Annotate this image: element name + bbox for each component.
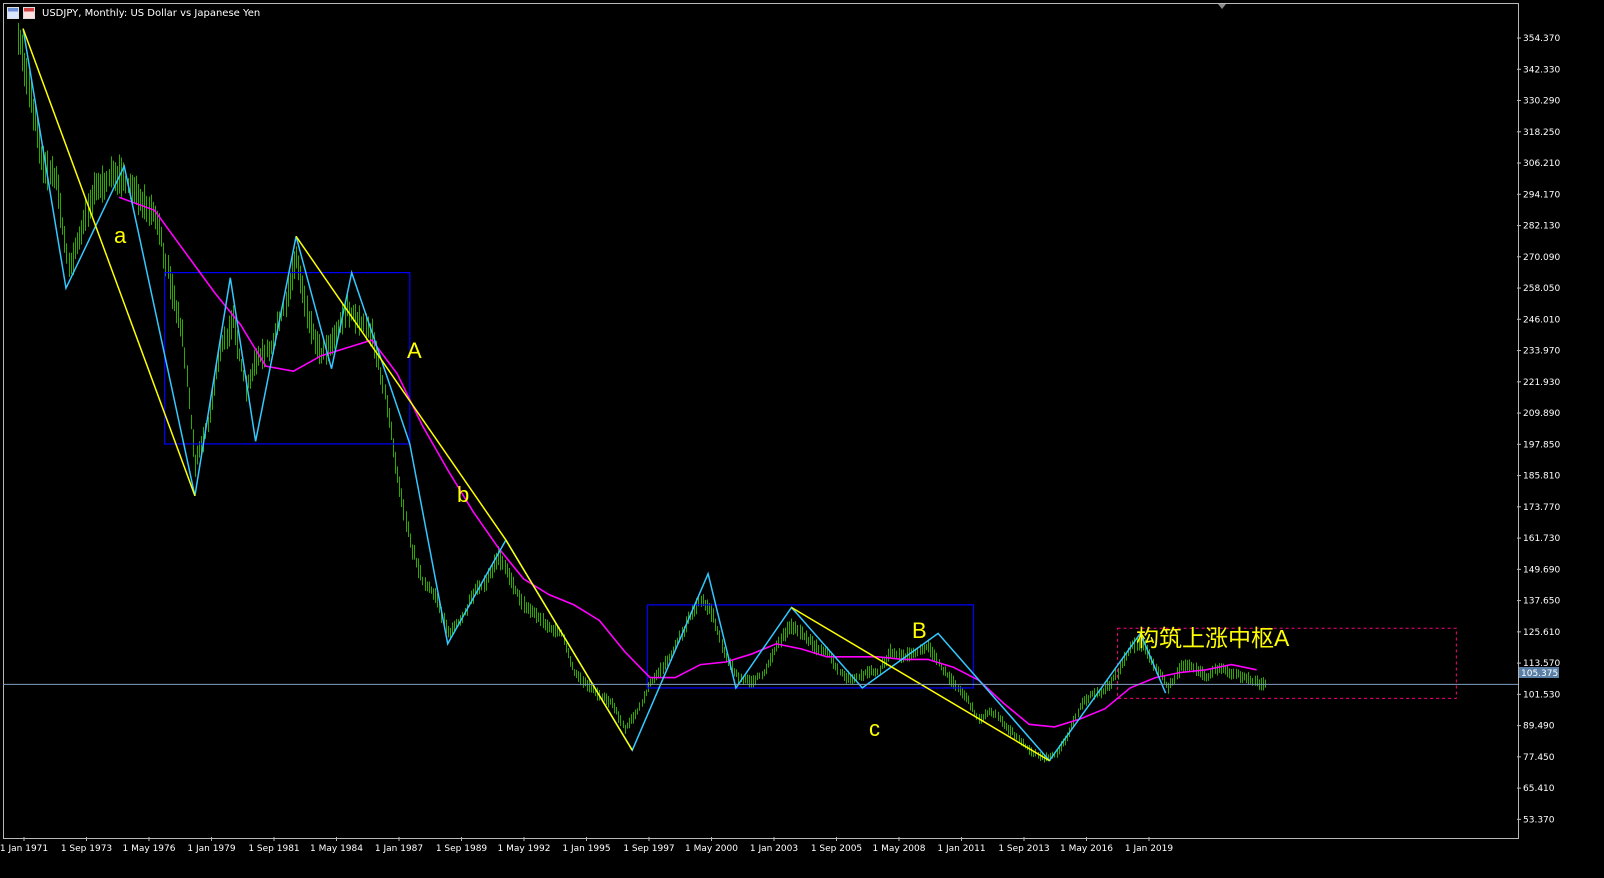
zigzag-line	[22, 28, 1167, 762]
time-tick-label: 1 Sep 1981	[248, 844, 299, 854]
trend-line	[22, 28, 196, 497]
price-tick-label: 342.330	[1523, 65, 1560, 75]
price-tick-label: 89.490	[1523, 722, 1555, 732]
time-tick-label: 1 Sep 1989	[436, 844, 488, 854]
price-tick-label: 258.050	[1523, 284, 1560, 294]
wave-label-a: a	[114, 223, 127, 248]
consolidation-zone-box	[164, 272, 411, 445]
time-tick-label: 1 Jan 1971	[0, 844, 48, 854]
price-tick-label: 282.130	[1523, 222, 1560, 232]
price-axis: 354.370 342.330 330.290 318.250 306.210 294.1…	[1517, 34, 1560, 825]
price-tick-label: 294.170	[1523, 190, 1560, 200]
chart-window[interactable]: USDJPY, Monthly: US Dollar vs Japanese Y…	[0, 0, 1604, 878]
trend-line-layer	[22, 28, 1050, 762]
price-tick-label: 306.210	[1523, 159, 1560, 169]
svg-text:105.375: 105.375	[1521, 669, 1558, 679]
price-tick-label: 77.450	[1523, 753, 1555, 763]
time-tick-label: 1 May 1992	[498, 844, 551, 854]
moving-average-line	[118, 196, 1257, 728]
trend-line	[505, 539, 633, 751]
price-tick-label: 270.090	[1523, 253, 1560, 263]
time-axis: 1 Jan 1971 1 Sep 1973 1 May 1976 1 Jan 1979…	[0, 837, 1173, 854]
price-tick-label: 209.890	[1523, 409, 1560, 419]
price-tick-label: 125.610	[1523, 628, 1560, 638]
time-tick-label: 1 May 1984	[310, 844, 363, 854]
price-tick-label: 173.770	[1523, 503, 1560, 513]
zigzag-layer	[22, 28, 1167, 762]
current-price-badge: 105.375	[1519, 667, 1559, 679]
time-tick-label: 1 Sep 2005	[811, 844, 862, 854]
price-chart[interactable]: 354.370 342.330 330.290 318.250 306.210 294.1…	[0, 0, 1604, 878]
price-tick-label: 65.410	[1523, 784, 1555, 794]
trend-line	[295, 235, 507, 541]
zone-note: 构筑上涨中枢A	[1136, 625, 1290, 651]
price-tick-label: 197.850	[1523, 440, 1560, 450]
time-tick-label: 1 May 2016	[1060, 844, 1113, 854]
time-tick-label: 1 Sep 1997	[623, 844, 674, 854]
time-tick-label: 1 Jan 1987	[375, 844, 423, 854]
time-tick-label: 1 Jan 1995	[562, 844, 610, 854]
price-tick-label: 161.730	[1523, 534, 1560, 544]
time-tick-label: 1 Jan 2011	[937, 844, 985, 854]
price-tick-label: 53.370	[1523, 815, 1555, 825]
time-tick-label: 1 Sep 2013	[998, 844, 1049, 854]
price-tick-label: 233.970	[1523, 347, 1560, 357]
time-tick-label: 1 May 2000	[685, 844, 738, 854]
price-tick-label: 354.370	[1523, 34, 1560, 44]
zone-label-A: A	[407, 338, 422, 363]
time-tick-label: 1 Jan 2003	[750, 844, 798, 854]
wave-label-b: b	[457, 482, 469, 507]
time-tick-label: 1 Jan 2019	[1125, 844, 1173, 854]
time-tick-label: 1 May 2008	[873, 844, 926, 854]
time-tick-label: 1 Sep 1973	[61, 844, 112, 854]
price-tick-label: 246.010	[1523, 315, 1560, 325]
moving-average-layer	[118, 196, 1257, 728]
price-tick-label: 149.690	[1523, 565, 1560, 575]
price-tick-label: 137.650	[1523, 597, 1560, 607]
price-tick-label: 101.530	[1523, 690, 1560, 700]
zone-label-B: B	[912, 618, 927, 643]
time-tick-label: 1 May 1976	[123, 844, 176, 854]
price-tick-label: 318.250	[1523, 128, 1560, 138]
price-tick-label: 330.290	[1523, 97, 1560, 107]
scroll-marker-icon	[1218, 4, 1226, 9]
time-tick-label: 1 Jan 1979	[187, 844, 235, 854]
price-bars	[18, 22, 1266, 763]
price-tick-label: 185.810	[1523, 472, 1560, 482]
wave-label-c: c	[869, 716, 880, 741]
price-tick-label: 221.930	[1523, 378, 1560, 388]
